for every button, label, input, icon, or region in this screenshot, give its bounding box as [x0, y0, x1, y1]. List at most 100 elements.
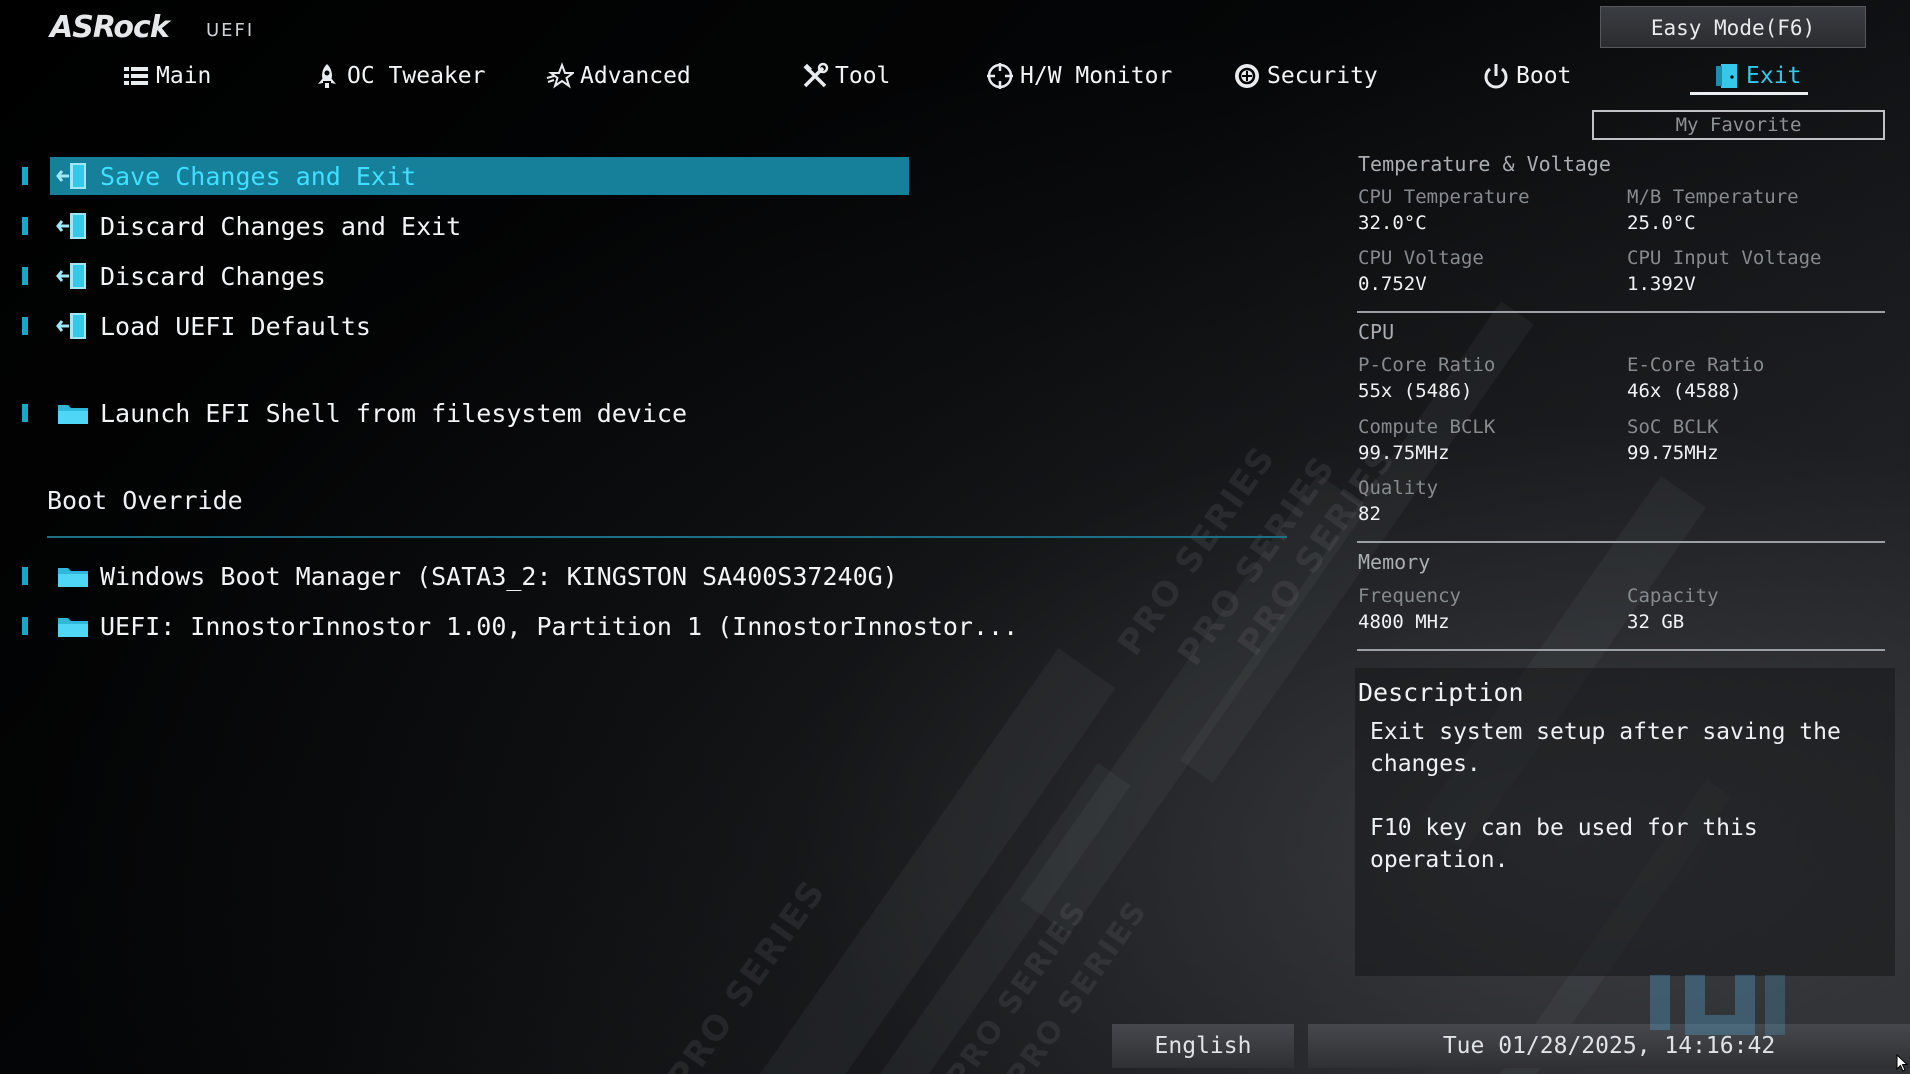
- cpu-voltage: CPU Voltage 0.752V: [1358, 247, 1484, 295]
- info-value: 1.392V: [1627, 273, 1696, 295]
- panel-divider: [1357, 649, 1885, 651]
- mouse-cursor-icon: [1896, 1054, 1908, 1072]
- info-value: 4800 MHz: [1358, 611, 1450, 633]
- soc-bclk: SoC BCLK 99.75MHz: [1627, 416, 1719, 464]
- tab-advanced[interactable]: Advanced: [546, 56, 691, 96]
- row-body: Windows Boot Manager (SATA3_2: KINGSTON …: [50, 557, 900, 595]
- power-icon: [1484, 64, 1508, 89]
- menu-item-launch-efi-shell[interactable]: Launch EFI Shell from filesystem device: [20, 394, 900, 432]
- menu-item-label: Save Changes and Exit: [100, 161, 417, 191]
- tab-exit[interactable]: Exit: [1712, 56, 1801, 96]
- pcore-ratio: P-Core Ratio 55x (5486): [1358, 354, 1495, 402]
- row-highlight: Save Changes and Exit: [50, 157, 909, 195]
- info-value: 55x (5486): [1358, 380, 1473, 402]
- list-icon: [124, 67, 148, 85]
- tab-boot[interactable]: Boot: [1482, 56, 1571, 96]
- row-body: Discard Changes: [50, 257, 900, 295]
- menu-item-label: Windows Boot Manager (SATA3_2: KINGSTON …: [100, 561, 898, 591]
- exit-door-icon: [56, 313, 86, 339]
- info-value: 99.75MHz: [1627, 442, 1719, 464]
- panel-divider: [1357, 311, 1885, 313]
- section-divider: [47, 536, 1287, 538]
- rocket-icon: [318, 64, 336, 88]
- info-value: 32.0°C: [1358, 212, 1427, 234]
- tab-label: H/W Monitor: [1020, 63, 1173, 89]
- uefi-screen: PRO SERIES PRO SERIES PRO SERIES PRO SER…: [0, 0, 1910, 1074]
- active-tab-indicator: [1690, 92, 1808, 95]
- info-value: 32 GB: [1627, 611, 1685, 633]
- crosshair-icon: [987, 63, 1013, 89]
- exit-door-icon: [56, 163, 86, 189]
- exit-door-icon: [56, 263, 86, 289]
- row-body: Discard Changes and Exit: [50, 207, 900, 245]
- asrock-logo: ASRock: [50, 10, 170, 45]
- info-label: CPU Input Voltage: [1627, 247, 1822, 269]
- tab-main[interactable]: Main: [122, 56, 211, 96]
- info-label: E-Core Ratio: [1627, 354, 1765, 376]
- compute-bclk: Compute BCLK 99.75MHz: [1358, 416, 1495, 464]
- tab-tool[interactable]: Tool: [801, 56, 890, 96]
- info-value: 99.75MHz: [1358, 442, 1450, 464]
- row-body: Launch EFI Shell from filesystem device: [50, 394, 900, 432]
- tab-label: Tool: [835, 63, 891, 89]
- easy-mode-button[interactable]: Easy Mode(F6): [1600, 6, 1866, 48]
- boot-override-item-windows[interactable]: Windows Boot Manager (SATA3_2: KINGSTON …: [20, 557, 900, 595]
- tab-label: Boot: [1516, 63, 1572, 89]
- tab-label: Exit: [1746, 63, 1802, 89]
- cpu-input-voltage: CPU Input Voltage 1.392V: [1627, 247, 1821, 295]
- menu-item-label: Discard Changes: [100, 261, 326, 291]
- info-label: CPU Temperature: [1358, 186, 1530, 208]
- uefi-label: UEFI: [206, 20, 255, 41]
- tab-hw-monitor[interactable]: H/W Monitor: [986, 56, 1172, 96]
- cpu-heading: CPU: [1358, 320, 1395, 344]
- info-label: CPU Voltage: [1358, 247, 1484, 269]
- info-value: 25.0°C: [1627, 212, 1696, 234]
- info-label: P-Core Ratio: [1358, 354, 1496, 376]
- row-marker: [22, 317, 28, 335]
- tab-label: Security: [1267, 63, 1378, 89]
- tab-oc-tweaker[interactable]: OC Tweaker: [313, 56, 485, 96]
- folder-icon: [58, 618, 88, 637]
- info-value: 46x (4588): [1627, 380, 1742, 402]
- info-label: Capacity: [1627, 585, 1719, 607]
- memory-frequency: Frequency 4800 MHz: [1358, 585, 1461, 633]
- folder-icon: [58, 568, 88, 587]
- tab-security[interactable]: Security: [1233, 56, 1378, 96]
- info-label: Frequency: [1358, 585, 1461, 607]
- temp-voltage-heading: Temperature & Voltage: [1358, 152, 1611, 176]
- tools-icon: [803, 62, 829, 88]
- info-value: 82: [1358, 503, 1381, 525]
- row-marker: [22, 617, 28, 635]
- menu-item-load-uefi-defaults[interactable]: Load UEFI Defaults: [20, 307, 900, 345]
- description-title: Description: [1358, 678, 1524, 707]
- my-favorite-button[interactable]: My Favorite: [1592, 110, 1885, 140]
- row-body: UEFI: InnostorInnostor 1.00, Partition 1…: [50, 607, 1018, 645]
- tab-label: Main: [156, 63, 212, 89]
- boot-override-title: Boot Override: [47, 486, 243, 515]
- memory-heading: Memory: [1358, 550, 1431, 574]
- info-label: M/B Temperature: [1627, 186, 1799, 208]
- language-selector[interactable]: English: [1112, 1024, 1294, 1068]
- shield-icon: [1235, 64, 1259, 88]
- menu-item-label: Discard Changes and Exit: [100, 211, 462, 241]
- tab-label: Advanced: [580, 63, 691, 89]
- info-label: SoC BCLK: [1627, 416, 1719, 438]
- menu-item-label: Launch EFI Shell from filesystem device: [100, 398, 687, 428]
- mb-temperature: M/B Temperature 25.0°C: [1627, 186, 1799, 234]
- exit-door-icon: [1716, 64, 1737, 88]
- ecore-ratio: E-Core Ratio 46x (4588): [1627, 354, 1764, 402]
- row-marker: [22, 404, 28, 422]
- menu-item-save-changes-and-exit[interactable]: Save Changes and Exit: [20, 157, 909, 195]
- menu-item-label: UEFI: InnostorInnostor 1.00, Partition 1…: [100, 611, 1019, 641]
- menu-item-discard-changes[interactable]: Discard Changes: [20, 257, 900, 295]
- row-marker: [22, 567, 28, 585]
- row-marker: [22, 167, 28, 185]
- cpu-quality: Quality 82: [1358, 477, 1438, 525]
- description-text: Exit system setup after saving the chang…: [1370, 719, 1841, 873]
- star-icon: [546, 62, 574, 89]
- info-value: 0.752V: [1358, 273, 1427, 295]
- folder-icon: [58, 405, 88, 424]
- cpu-temperature: CPU Temperature 32.0°C: [1358, 186, 1530, 234]
- boot-override-item-usb[interactable]: UEFI: InnostorInnostor 1.00, Partition 1…: [20, 607, 1018, 645]
- menu-item-discard-changes-and-exit[interactable]: Discard Changes and Exit: [20, 207, 900, 245]
